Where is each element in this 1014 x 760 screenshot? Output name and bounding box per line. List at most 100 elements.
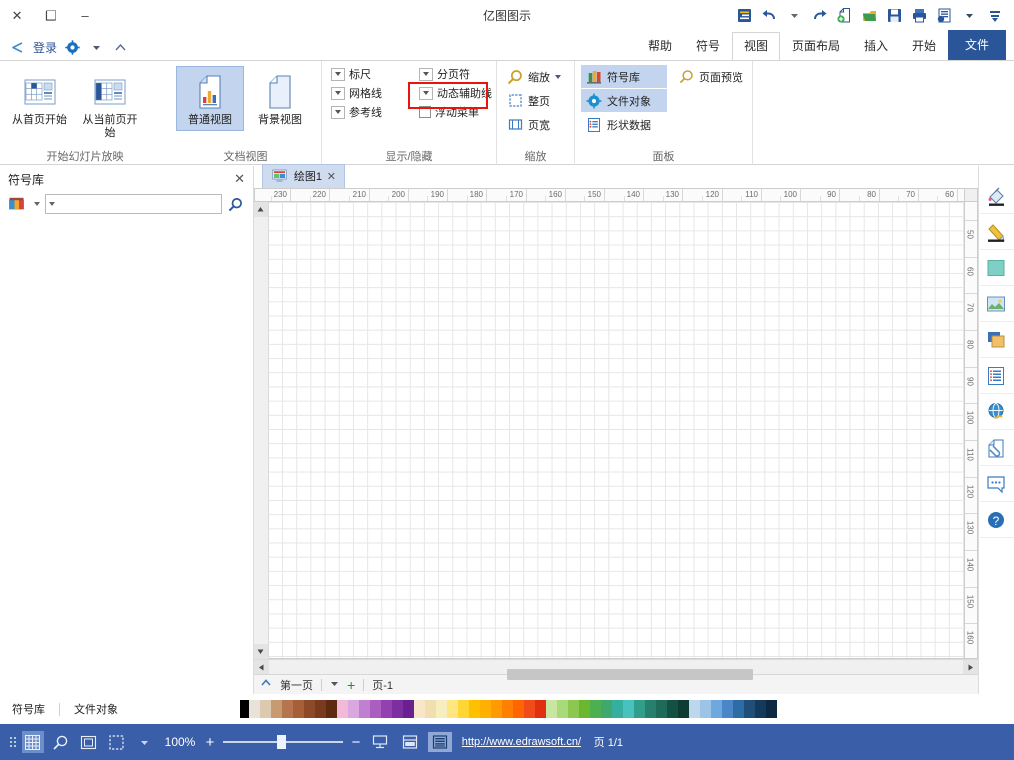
color-swatch[interactable] — [480, 700, 491, 718]
redo-icon[interactable] — [759, 5, 781, 27]
drawing-page-grid[interactable] — [269, 202, 964, 658]
color-swatch[interactable] — [689, 700, 700, 718]
symbol-library-status-button[interactable]: 符号库 — [12, 701, 45, 717]
file-object-button[interactable]: 文件对象 — [581, 89, 667, 112]
fit-width-button[interactable]: 页宽 — [502, 113, 568, 136]
open-icon[interactable] — [859, 5, 881, 27]
color-swatch[interactable] — [579, 700, 590, 718]
vertical-scrollbar[interactable] — [254, 202, 269, 659]
split-view-icon[interactable] — [398, 732, 422, 752]
show-hide-row-floating-menu[interactable]: 浮动菜单 — [416, 103, 500, 121]
collapse-ribbon-icon[interactable] — [111, 38, 129, 56]
color-swatch[interactable] — [436, 700, 447, 718]
fit-page-button[interactable]: 整页 — [502, 89, 568, 112]
color-swatch[interactable] — [733, 700, 744, 718]
horizontal-scroll-thumb[interactable] — [507, 669, 753, 680]
show-hide-row-dynamic-guides[interactable]: 动态辅助线 — [416, 84, 500, 102]
vertical-ruler[interactable]: 50 60 70 80 90 100 110 120 130 140 150 160 — [964, 202, 978, 659]
color-swatch[interactable] — [370, 700, 381, 718]
line-tool-icon[interactable] — [978, 214, 1014, 250]
zoom-slider-thumb[interactable] — [277, 735, 286, 749]
color-swatch[interactable] — [447, 700, 458, 718]
color-swatch[interactable] — [722, 700, 733, 718]
tab-home[interactable]: 开始 — [900, 32, 948, 60]
color-swatch[interactable] — [282, 700, 293, 718]
chevron-down-icon[interactable] — [49, 202, 55, 206]
color-swatch[interactable] — [601, 700, 612, 718]
share-icon[interactable] — [9, 38, 27, 56]
color-swatch[interactable] — [271, 700, 282, 718]
color-swatch[interactable] — [403, 700, 414, 718]
color-swatch[interactable] — [678, 700, 689, 718]
scroll-down-arrow[interactable] — [254, 644, 268, 659]
color-swatch[interactable] — [392, 700, 403, 718]
horizontal-scrollbar[interactable] — [254, 659, 978, 680]
canvas-viewport[interactable] — [269, 202, 964, 659]
save-icon[interactable] — [884, 5, 906, 27]
color-swatch[interactable] — [359, 700, 370, 718]
document-tab-close-icon[interactable]: ✕ — [327, 170, 336, 183]
maximize-button[interactable]: ❑ — [34, 3, 68, 29]
select-mode-icon[interactable] — [106, 731, 128, 753]
comment-tool-icon[interactable] — [978, 466, 1014, 502]
color-swatch[interactable] — [315, 700, 326, 718]
page-nav-current-label[interactable]: 页-1 — [372, 677, 393, 693]
zoom-slider-track[interactable] — [223, 735, 343, 749]
tab-help[interactable]: 帮助 — [636, 32, 684, 60]
page-nav-first-label[interactable]: 第一页 — [280, 677, 313, 693]
chevron-down-icon[interactable] — [784, 5, 806, 27]
color-swatch[interactable] — [656, 700, 667, 718]
color-swatch[interactable] — [524, 700, 535, 718]
tab-view[interactable]: 视图 — [731, 32, 780, 60]
hyperlink-tool-icon[interactable] — [978, 394, 1014, 430]
show-hide-row-gridlines[interactable]: 网格线 — [328, 84, 412, 102]
minimize-button[interactable]: – — [68, 3, 102, 29]
chevron-down-icon[interactable] — [87, 38, 105, 56]
zoom-selection-icon[interactable] — [50, 731, 72, 753]
color-swatch[interactable] — [425, 700, 436, 718]
color-swatch[interactable] — [293, 700, 304, 718]
color-swatch[interactable] — [766, 700, 777, 718]
symbol-search-input[interactable] — [57, 198, 218, 210]
symbol-library-button[interactable]: 符号库 — [581, 65, 667, 88]
fit-page-status-icon[interactable] — [78, 731, 100, 753]
color-swatch[interactable] — [744, 700, 755, 718]
zoom-out-button[interactable]: − — [350, 734, 362, 751]
login-link[interactable]: 登录 — [33, 39, 57, 56]
layers-tool-icon[interactable] — [978, 322, 1014, 358]
full-view-icon[interactable] — [428, 732, 452, 752]
color-swatch[interactable] — [634, 700, 645, 718]
attachment-tool-icon[interactable] — [978, 430, 1014, 466]
color-swatch[interactable] — [667, 700, 678, 718]
background-view-button[interactable]: 背景视图 — [246, 66, 314, 131]
color-swatch[interactable] — [590, 700, 601, 718]
color-swatch[interactable] — [326, 700, 337, 718]
page-nav-up-icon[interactable] — [260, 677, 272, 692]
color-swatch[interactable] — [458, 700, 469, 718]
color-swatch[interactable] — [491, 700, 502, 718]
show-hide-row-page-break[interactable]: 分页符 — [416, 65, 500, 83]
menu-icon[interactable] — [734, 5, 756, 27]
ruler-dropdown[interactable] — [331, 67, 345, 81]
help-tool-icon[interactable]: ? — [978, 502, 1014, 538]
scroll-right-arrow[interactable] — [254, 659, 269, 675]
slideshow-from-first-page-button[interactable]: 从首页开始 — [6, 66, 74, 131]
form-tool-icon[interactable] — [978, 358, 1014, 394]
edrawsoft-url-link[interactable]: http://www.edrawsoft.cn/ — [462, 736, 581, 748]
color-swatch[interactable] — [557, 700, 568, 718]
file-object-status-button[interactable]: 文件对象 — [74, 701, 118, 717]
scroll-left-arrow[interactable] — [963, 659, 978, 675]
zoom-slider-control[interactable]: + − — [204, 734, 362, 751]
ruler-corner[interactable] — [964, 188, 978, 202]
color-swatch[interactable] — [304, 700, 315, 718]
color-swatch[interactable] — [337, 700, 348, 718]
color-swatch[interactable] — [645, 700, 656, 718]
grid-toggle-icon[interactable] — [22, 731, 44, 753]
color-swatch[interactable] — [612, 700, 623, 718]
guides-dropdown[interactable] — [331, 105, 345, 119]
close-icon[interactable]: ✕ — [234, 171, 245, 187]
document-tab[interactable]: 绘图1 ✕ — [262, 164, 346, 188]
symbol-search-field[interactable] — [45, 194, 222, 214]
presentation-view-icon[interactable] — [368, 732, 392, 752]
zoom-in-button[interactable]: + — [204, 734, 216, 751]
